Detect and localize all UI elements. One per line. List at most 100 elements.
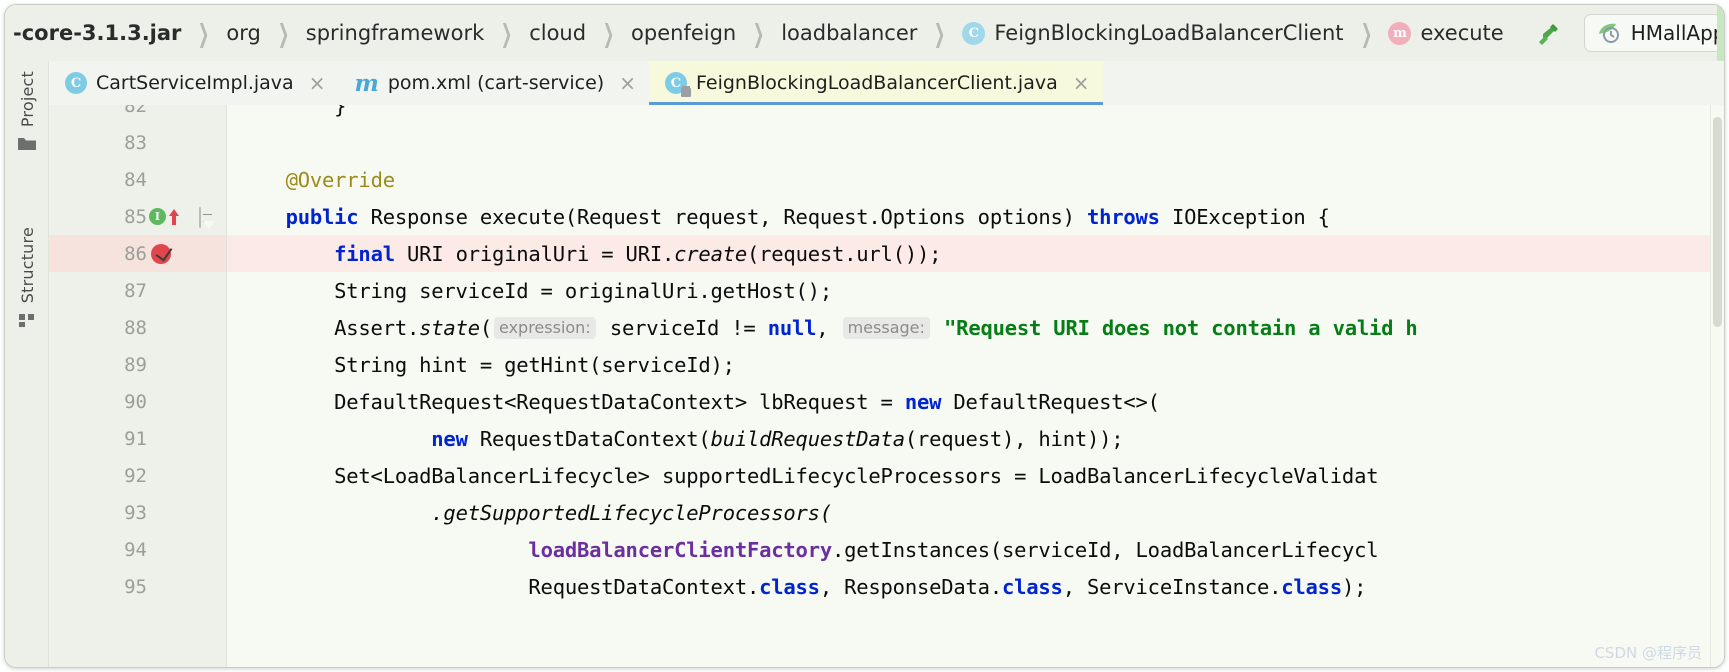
- editor-scrollbar[interactable]: [1710, 105, 1724, 667]
- gutter-row[interactable]: 89: [49, 346, 227, 383]
- code-line[interactable]: DefaultRequest<RequestDataContext> lbReq…: [227, 383, 1724, 420]
- gutter-row[interactable]: 93: [49, 494, 227, 531]
- gutter-row[interactable]: 87: [49, 272, 227, 309]
- code-token: (request), hint));: [904, 426, 1124, 451]
- code-token: Assert.: [237, 315, 420, 340]
- code-token: }: [237, 105, 347, 118]
- sidebar-item-label: Project: [17, 71, 37, 128]
- spring-boot-icon: [1596, 22, 1622, 44]
- editor-tab-label: CartServiceImpl.java: [96, 72, 294, 94]
- sidebar-item-structure[interactable]: Structure: [5, 227, 49, 332]
- code-token: create: [674, 241, 747, 266]
- watermark: CSDN @程序员: [1594, 644, 1702, 662]
- code-line[interactable]: new RequestDataContext(buildRequestData(…: [227, 420, 1724, 457]
- code-line[interactable]: public Response execute(Request request,…: [227, 198, 1724, 235]
- gutter-row[interactable]: 88: [49, 309, 227, 346]
- breadcrumb-label: springframework: [305, 20, 485, 45]
- code-line[interactable]: final URI originalUri = URI. create (reque…: [227, 235, 1724, 272]
- breadcrumb-label: org: [226, 20, 261, 45]
- implements-method-icon[interactable]: I: [149, 207, 181, 227]
- close-icon[interactable]: ×: [619, 73, 636, 93]
- class-icon: C: [962, 21, 986, 45]
- folder-icon: [17, 135, 37, 156]
- code-token: URI originalUri = URI.: [394, 241, 675, 266]
- breadcrumb-item-loadbalancer[interactable]: loadbalancer: [779, 20, 919, 45]
- code-token: new: [904, 389, 942, 414]
- code-token: @Override: [285, 167, 395, 192]
- code-line[interactable]: String hint = getHint(serviceId);: [227, 346, 1724, 383]
- code-line[interactable]: loadBalancerClientFactory .getInstances(s…: [227, 531, 1724, 568]
- code-line[interactable]: String serviceId = originalUri.getHost()…: [227, 272, 1724, 309]
- code-token: class: [1281, 574, 1342, 599]
- editor-tab-bar: C CartServiceImpl.java × m pom.xml (cart-ser…: [49, 61, 1724, 105]
- code-editor[interactable]: 82 83 84 85 I 86 87 88 89 90 91 92 93 94 95 } @Overrid…: [49, 105, 1724, 667]
- arrow-up-icon: [169, 208, 179, 225]
- gutter-row[interactable]: 82: [49, 105, 227, 124]
- breadcrumb-separator: ❯: [934, 18, 946, 48]
- breakpoint-verified-icon[interactable]: [151, 243, 171, 264]
- editor-tab-cartserviceimpl-java[interactable]: C CartServiceImpl.java ×: [49, 61, 338, 105]
- gutter-row[interactable]: 85 I: [49, 198, 227, 235]
- code-content[interactable]: } @Override public Response execute(Requ…: [227, 105, 1724, 667]
- code-token: class: [1001, 574, 1063, 599]
- gutter-row[interactable]: 83: [49, 124, 227, 161]
- gutter-row[interactable]: 95: [49, 568, 227, 605]
- close-icon[interactable]: ×: [309, 73, 326, 93]
- gutter-row[interactable]: 94: [49, 531, 227, 568]
- editor-gutter[interactable]: 82 83 84 85 I 86 87 88 89 90 91 92 93 94 95: [49, 105, 227, 667]
- breadcrumb-separator: ❯: [602, 18, 615, 48]
- maven-icon: m: [354, 69, 379, 97]
- code-line[interactable]: Assert. state(expression: serviceId != nu…: [227, 309, 1724, 346]
- line-number: 87: [124, 279, 147, 302]
- breadcrumb-item-execute[interactable]: m execute: [1386, 20, 1505, 45]
- line-number: 89: [124, 353, 147, 376]
- code-line[interactable]: . getSupportedLifecycleProcessors(: [227, 494, 1724, 531]
- gutter-row[interactable]: 86: [49, 235, 227, 272]
- line-number: 82: [124, 105, 147, 117]
- code-line[interactable]: @Override: [227, 161, 1724, 198]
- line-number: 91: [124, 427, 147, 450]
- code-line[interactable]: [227, 124, 1724, 161]
- java-class-icon: C: [65, 72, 87, 94]
- override-marker-icon: I: [149, 208, 166, 225]
- code-token: RequestDataContext(: [467, 426, 711, 451]
- breadcrumb-item-org[interactable]: org: [224, 20, 262, 45]
- breadcrumb-item--core-3-1-3-jar[interactable]: -core-3.1.3.jar: [11, 22, 183, 44]
- gutter-row[interactable]: 91: [49, 420, 227, 457]
- code-token: getSupportedLifecycleProcessors: [443, 500, 820, 525]
- breadcrumb-separator: ❯: [198, 18, 210, 48]
- sidebar-item-label: Structure: [17, 227, 37, 304]
- breadcrumb-label: execute: [1420, 20, 1504, 45]
- code-token: null: [767, 315, 817, 340]
- editor-tab-feignblockingloadbalancerclient-java[interactable]: C FeignBlockingLoadBalancerClient.java ×: [648, 61, 1103, 105]
- breadcrumb-item-openfeign[interactable]: openfeign: [629, 20, 738, 45]
- gutter-row[interactable]: 92: [49, 457, 227, 494]
- code-token: String hint = getHint(serviceId);: [237, 352, 735, 377]
- breadcrumb-item-springframework[interactable]: springframework: [304, 20, 486, 45]
- code-line[interactable]: RequestDataContext. class, ResponseData. c…: [227, 568, 1724, 605]
- code-line[interactable]: }: [227, 105, 1724, 124]
- java-class-readonly-icon: C: [664, 72, 691, 97]
- sidebar-item-project[interactable]: Project: [5, 71, 49, 156]
- code-token: );: [1341, 574, 1367, 599]
- breadcrumb-label: loadbalancer: [781, 20, 918, 45]
- scrollbar-thumb[interactable]: [1713, 117, 1722, 327]
- gutter-row[interactable]: 84: [49, 161, 227, 198]
- run-configuration-selector[interactable]: HMallApplication: [1583, 14, 1724, 52]
- breadcrumb-separator: ❯: [277, 18, 290, 48]
- breadcrumb-item-feignblockingloadbalancerclient[interactable]: C FeignBlockingLoadBalancerClient: [960, 21, 1345, 45]
- close-icon[interactable]: ×: [1073, 73, 1090, 93]
- code-line[interactable]: Set<LoadBalancerLifecycle> supportedLife…: [227, 457, 1724, 494]
- breadcrumb-item-cloud[interactable]: cloud: [527, 20, 588, 45]
- gutter-row[interactable]: 90: [49, 383, 227, 420]
- breadcrumb-label: openfeign: [631, 20, 737, 45]
- build-hammer-icon[interactable]: [1532, 18, 1562, 48]
- code-token: DefaultRequest<>(: [941, 389, 1160, 414]
- fold-collapse-icon[interactable]: [199, 207, 217, 228]
- editor-tab-pom-xml-cart-service-[interactable]: m pom.xml (cart-service) ×: [338, 61, 649, 105]
- breadcrumb-label: cloud: [529, 20, 587, 45]
- code-token: new: [431, 426, 468, 451]
